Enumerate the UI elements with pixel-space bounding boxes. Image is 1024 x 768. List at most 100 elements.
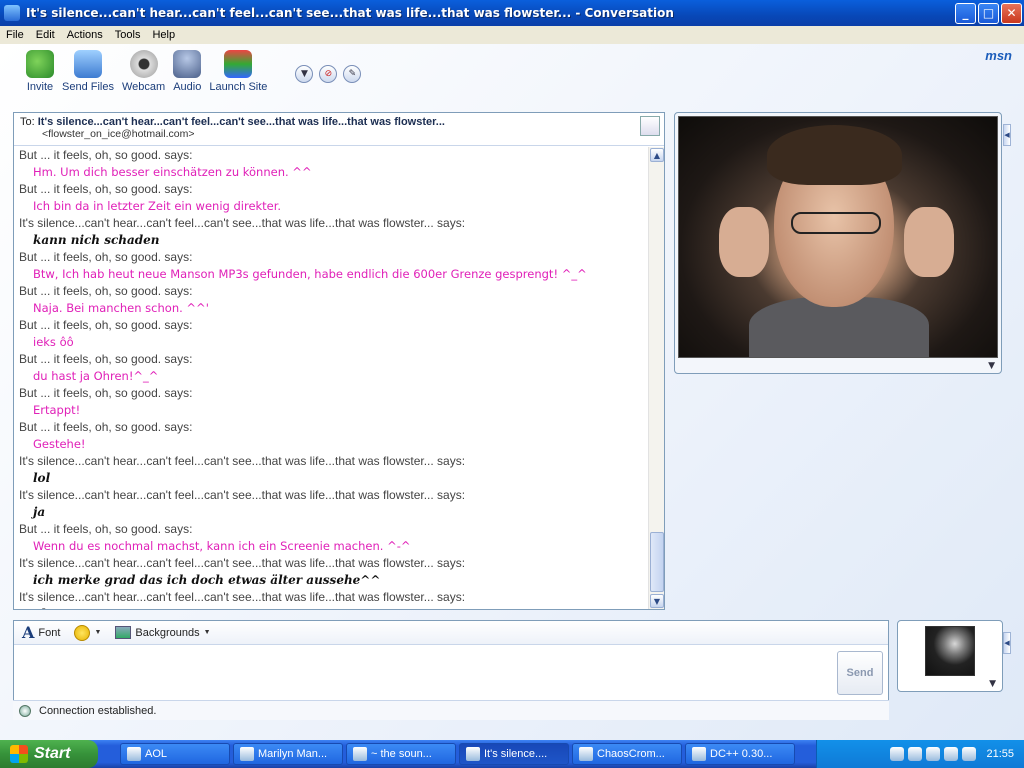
message-sender: It's silence...can't hear...can't feel..… [19, 216, 466, 230]
menu-help[interactable]: Help [146, 29, 181, 41]
message: It's silence...can't hear...can't feel..… [19, 555, 643, 589]
clock[interactable]: 21:55 [986, 748, 1014, 760]
taskbar-item[interactable]: DC++ 0.30... [685, 743, 795, 765]
taskbar-item[interactable]: ~ the soun... [346, 743, 456, 765]
message-sender: But ... it feels, oh, so good. says: [19, 420, 193, 434]
msn-icon [353, 747, 367, 761]
message-text: Btw, Ich hab heut neue Manson MP3s gefun… [33, 267, 587, 281]
conversation-window: Invite Send Files Webcam Audio Launch Si… [0, 44, 1024, 740]
message-sender: It's silence...can't hear...can't feel..… [19, 590, 466, 604]
message: But ... it feels, oh, so good. says: Gest… [19, 419, 643, 453]
message: It's silence...can't hear...can't feel..… [19, 487, 643, 521]
task-list: AOL Marilyn Man... ~ the soun... It's si… [120, 743, 795, 765]
chevron-down-icon: ▼ [203, 629, 211, 636]
chevron-down-icon[interactable]: ▼ [989, 679, 996, 689]
to-header: To: It's silence...can't hear...can't fe… [14, 113, 664, 146]
menu-bar: File Edit Actions Tools Help [0, 26, 1024, 44]
menu-actions[interactable]: Actions [61, 29, 109, 41]
launch-site-icon [224, 50, 253, 78]
minimize-button[interactable]: _ [955, 2, 976, 24]
tray-arrow-icon[interactable] [890, 747, 905, 761]
contact-name[interactable]: It's silence...can't hear...can't feel..… [38, 116, 445, 128]
taskbar-item-active[interactable]: It's silence.... [459, 743, 569, 765]
send-button[interactable]: Send [837, 651, 883, 695]
message: It's silence...can't hear...can't feel..… [19, 453, 643, 487]
message-text: ja [33, 505, 46, 519]
display-picture-panel: ▼ [897, 620, 1003, 692]
volume-icon[interactable] [926, 747, 941, 761]
message-text: Ertappt! [33, 403, 81, 417]
title-bar: It's silence...can't hear...can't feel..… [0, 0, 1024, 26]
msn-app-icon [4, 5, 20, 21]
menu-tools[interactable]: Tools [109, 29, 147, 41]
message: But ... it feels, oh, so good. says: Btw,… [19, 249, 643, 283]
message-text: ich merke grad das ich doch etwas älter … [33, 573, 381, 587]
start-button[interactable]: Start [0, 740, 98, 768]
send-files-icon [73, 50, 102, 78]
display-picture-icon[interactable]: ✎ [343, 65, 362, 83]
taskbar-item[interactable]: ChaosCrom... [572, 743, 682, 765]
font-icon: A [22, 623, 35, 642]
webcam-panel: ▼ [674, 112, 1002, 374]
history-scrollbar[interactable]: ▲ ▼ [648, 147, 664, 609]
maximize-button[interactable]: □ [978, 2, 999, 24]
to-label: To: [20, 116, 35, 128]
send-files-button[interactable]: Send Files [58, 50, 118, 108]
message: It's silence...can't hear...can't feel..… [19, 589, 643, 609]
taskbar-item[interactable]: Marilyn Man... [233, 743, 343, 765]
webcam-button[interactable]: Webcam [118, 50, 169, 108]
taskbar-item[interactable]: AOL [120, 743, 230, 765]
status-bar: Connection established. [13, 700, 889, 720]
message-text: Naja. Bei manchen schon. ^^' [33, 301, 209, 315]
activities-dropdown-icon[interactable]: ▼ [295, 65, 314, 83]
window-title: It's silence...can't hear...can't feel..… [26, 6, 674, 20]
launch-site-button[interactable]: Launch Site [205, 50, 271, 108]
message-sender: But ... it feels, oh, so good. says: [19, 284, 193, 298]
message-sender: It's silence...can't hear...can't feel..… [19, 556, 466, 570]
audio-button[interactable]: Audio [169, 50, 205, 108]
dcpp-icon [692, 747, 706, 761]
message: But ... it feels, oh, so good. says: Naja… [19, 283, 643, 317]
message-sender: But ... it feels, oh, so good. says: [19, 250, 193, 264]
webcam-icon [129, 50, 158, 78]
avatar[interactable] [925, 626, 975, 676]
message-text: okay [19, 606, 643, 609]
chevron-down-icon: ▼ [94, 629, 102, 636]
message-history: But ... it feels, oh, so good. says: Hm. … [14, 147, 648, 609]
messenger-tray-icon[interactable] [962, 747, 977, 761]
scroll-up-icon[interactable]: ▲ [650, 148, 664, 162]
message-input[interactable] [14, 646, 836, 702]
conversation-panel: To: It's silence...can't hear...can't fe… [13, 112, 665, 610]
network-icon[interactable] [908, 747, 923, 761]
menu-edit[interactable]: Edit [30, 29, 61, 41]
message: But ... it feels, oh, so good. says: ieks… [19, 317, 643, 351]
security-icon[interactable] [944, 747, 959, 761]
scroll-thumb[interactable] [650, 532, 664, 592]
msn-icon [466, 747, 480, 761]
invite-button[interactable]: Invite [22, 50, 58, 108]
webcam-video [678, 116, 998, 358]
collapse-picture-icon[interactable]: ◀ [1003, 632, 1011, 654]
emoticon-button[interactable]: ▼ [74, 624, 102, 641]
font-button[interactable]: A Font [22, 623, 60, 642]
block-icon[interactable]: ⊘ [319, 65, 338, 83]
close-button[interactable]: ✕ [1001, 2, 1022, 24]
collapse-webcam-icon[interactable]: ◀ [1003, 124, 1011, 146]
menu-file[interactable]: File [0, 29, 30, 41]
message-text: Ich bin da in letzter Zeit ein wenig dir… [33, 199, 282, 213]
msn-icon [579, 747, 593, 761]
scroll-down-icon[interactable]: ▼ [650, 594, 664, 608]
message-sender: But ... it feels, oh, so good. says: [19, 522, 193, 536]
invite-icon [26, 50, 54, 78]
chevron-down-icon[interactable]: ▼ [988, 361, 995, 371]
toolbar: Invite Send Files Webcam Audio Launch Si… [0, 50, 362, 108]
message-text: ieks ôô [33, 335, 74, 349]
message-text: kann nich schaden [33, 233, 160, 247]
message: But ... it feels, oh, so good. says: du h… [19, 351, 643, 385]
message-text: Hm. Um dich besser einschätzen zu können… [33, 165, 312, 179]
message-text: lol [33, 471, 51, 485]
backgrounds-button[interactable]: Backgrounds ▼ [115, 626, 211, 639]
contact-card-icon[interactable] [640, 116, 660, 136]
format-toolbar: A Font ▼ Backgrounds ▼ [14, 621, 888, 645]
system-tray: 21:55 [816, 740, 1024, 768]
